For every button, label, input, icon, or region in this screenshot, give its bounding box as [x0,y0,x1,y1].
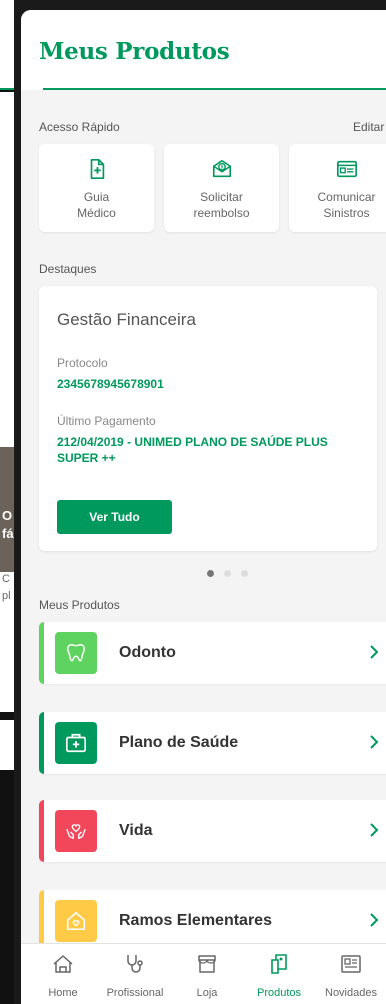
edit-link[interactable]: Editar [353,120,384,134]
quick-access-refund[interactable]: Solicitar reembolso [164,144,279,232]
quick-access-medical-guide[interactable]: Guia Médico [39,144,154,232]
product-name: Ramos Elementares [119,912,272,929]
quick-access-row: Guia Médico Solicitar reembolso Comunica… [39,144,386,232]
tab-label: Home [48,987,78,999]
product-life[interactable]: Vida [39,800,386,862]
first-aid-kit-icon [66,733,86,753]
product-color-bar [39,712,44,774]
claims-icon [336,160,357,178]
header: Meus Produtos [21,10,386,90]
last-payment-label: Último Pagamento [57,414,156,428]
chevron-right-icon [370,823,379,837]
background-caption: pl [2,590,11,602]
home-icon [53,955,73,973]
chevron-right-icon [370,735,379,749]
header-underline [21,88,386,90]
product-icon-box [55,722,97,764]
background-caption: C [2,573,10,585]
tab-professional[interactable]: Profissional [99,944,171,1004]
products-icon [271,954,287,974]
page-title: Meus Produtos [39,38,230,65]
bottom-tab-bar: Home Profissional Loja Produtos Novidade… [21,943,386,1004]
store-icon [198,955,216,973]
tab-products[interactable]: Produtos [243,944,315,1004]
tab-store[interactable]: Loja [171,944,243,1004]
background-card-bottom [0,720,14,770]
protocol-value: 2345678945678901 [57,377,164,391]
last-payment-value: 212/04/2019 - UNIMED PLANO DE SAÚDE PLUS… [57,435,328,465]
carousel-pager [207,570,257,578]
pager-dot[interactable] [241,570,248,577]
news-icon [341,955,361,973]
stethoscope-icon [127,955,143,973]
quick-access-label-claims: Comunicar Sinistros [317,190,376,220]
product-icon-box [55,900,97,942]
quick-access-claims[interactable]: Comunicar Sinistros [289,144,386,232]
background-header-line [0,88,14,90]
tab-label: Profissional [106,987,164,999]
product-name: Vida [119,822,153,839]
pager-dot[interactable] [207,570,214,577]
products-label: Meus Produtos [39,598,120,612]
product-name: Plano de Saúde [119,734,239,751]
card-title: Gestão Financeira [57,310,196,329]
tab-label: Produtos [256,987,302,999]
see-all-button[interactable]: Ver Tudo [57,500,172,534]
products-sheet: Meus Produtos Acesso Rápido Editar Guia … [21,10,386,1004]
tab-label: Loja [196,987,218,999]
tab-news[interactable]: Novidades [315,944,386,1004]
product-color-bar [39,622,44,684]
product-icon-box [55,810,97,852]
product-health-plan[interactable]: Plano de Saúde [39,712,386,774]
hands-heart-icon [66,824,86,840]
background-card [0,92,14,712]
tab-label: Novidades [325,987,377,999]
quick-access-label-refund: Solicitar reembolso [193,190,250,220]
house-heart-icon [66,911,86,931]
background-photo-text: O [2,508,13,523]
protocol-label: Protocolo [57,356,108,370]
tab-home[interactable]: Home [27,944,99,1004]
product-name: Odonto [119,644,176,661]
product-color-bar [39,800,44,862]
chevron-right-icon [370,645,379,659]
financial-management-card: Gestão Financeira Protocolo 234567894567… [39,286,377,551]
background-photo-text: fá [2,526,14,541]
medical-guide-icon [90,159,104,179]
background-screen: O fá C pl [0,0,14,1004]
pager-dot[interactable] [224,570,231,577]
highlights-label: Destaques [39,262,97,276]
quick-access-label: Acesso Rápido [39,120,120,134]
tooth-icon [67,644,85,662]
refund-icon [212,159,231,178]
quick-access-label-medical-guide: Guia Médico [77,190,116,220]
product-odonto[interactable]: Odonto [39,622,386,684]
chevron-right-icon [370,913,379,927]
product-icon-box [55,632,97,674]
background-header [0,0,14,90]
